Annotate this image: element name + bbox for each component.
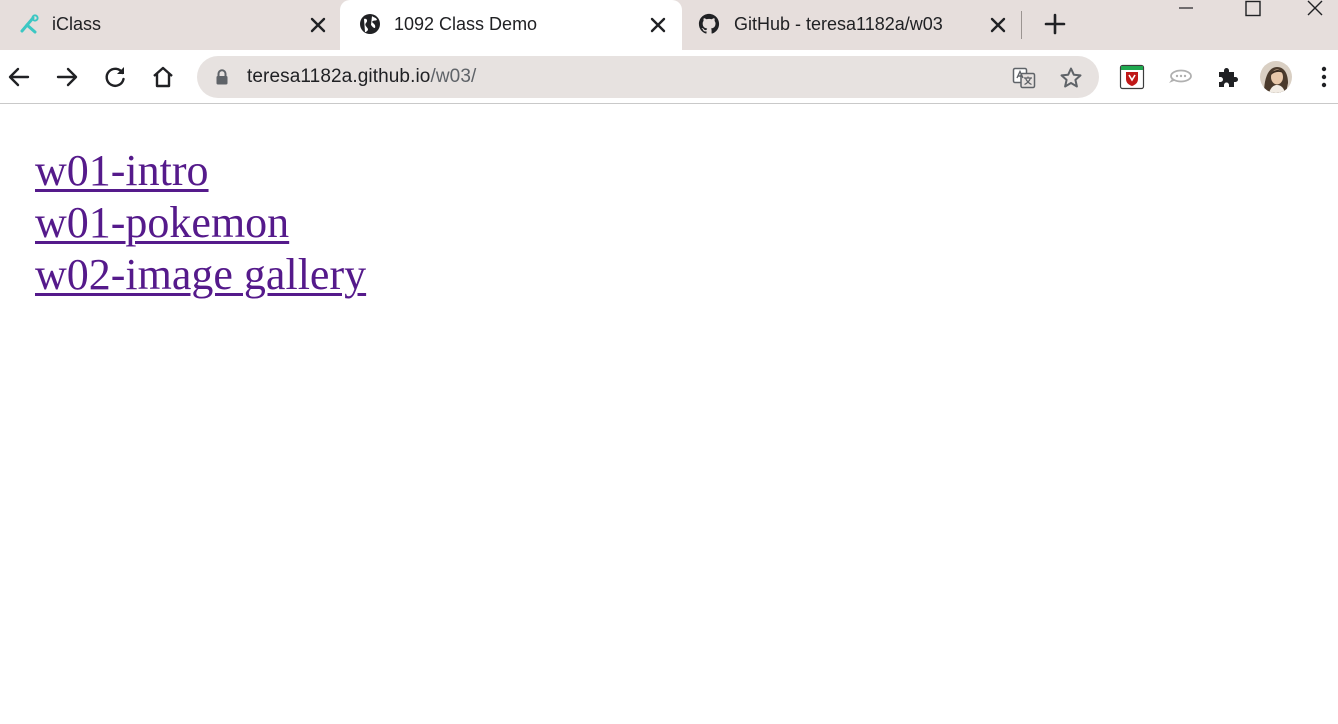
globe-icon	[360, 14, 380, 34]
back-arrow-icon[interactable]	[5, 63, 33, 91]
kebab-menu-icon[interactable]	[1310, 63, 1338, 91]
translate-icon[interactable]	[1012, 66, 1036, 90]
close-tab-icon[interactable]	[308, 15, 328, 35]
chat-bubble-extension-icon[interactable]	[1166, 63, 1194, 91]
link-w01-pokemon[interactable]: w01-pokemon	[35, 197, 366, 249]
lock-icon[interactable]	[215, 69, 229, 85]
extensions-puzzle-icon[interactable]	[1214, 63, 1242, 91]
home-icon[interactable]	[149, 63, 177, 91]
tab-separator	[1021, 11, 1022, 39]
new-tab-icon[interactable]	[1043, 12, 1067, 36]
mcafee-shield-icon[interactable]	[1118, 63, 1146, 91]
tab-iclass[interactable]: iClass	[0, 0, 340, 50]
reload-icon[interactable]	[101, 63, 129, 91]
maximize-icon[interactable]	[1230, 0, 1276, 22]
close-tab-icon[interactable]	[988, 15, 1008, 35]
close-tab-icon[interactable]	[648, 15, 668, 35]
tab-title: 1092 Class Demo	[394, 14, 538, 34]
browser-toolbar: teresa1182a.github.io/w03/	[0, 50, 1338, 104]
link-list: w01-intro w01-pokemon w02-image gallery	[35, 145, 366, 301]
forward-arrow-icon[interactable]	[53, 63, 81, 91]
url-host: teresa1182a.github.io	[247, 66, 431, 87]
minimize-icon[interactable]	[1163, 0, 1209, 22]
tab-github[interactable]: GitHub - teresa1182a/w03	[682, 0, 1022, 50]
window-close-icon[interactable]	[1292, 0, 1338, 22]
address-bar[interactable]: teresa1182a.github.io/w03/	[197, 56, 1099, 98]
bookmark-star-icon[interactable]	[1059, 66, 1083, 90]
tab-title: iClass	[52, 14, 102, 34]
page-content: w01-intro w01-pokemon w02-image gallery	[0, 105, 1338, 724]
iclass-logo-icon	[20, 14, 39, 34]
profile-photo	[1260, 61, 1292, 93]
url-path: /w03/	[430, 66, 477, 87]
link-w01-intro[interactable]: w01-intro	[35, 145, 366, 197]
link-w02-image-gallery[interactable]: w02-image gallery	[35, 249, 366, 301]
tab-strip: iClass 1092 Class Demo GitHub - teresa11…	[0, 0, 1338, 50]
github-icon	[698, 13, 720, 34]
tab-1092-class-demo[interactable]: 1092 Class Demo	[340, 0, 682, 50]
url-text[interactable]: teresa1182a.github.io/w03/	[247, 66, 476, 88]
profile-avatar[interactable]	[1260, 61, 1292, 93]
tab-title: GitHub - teresa1182a/w03	[734, 14, 943, 34]
